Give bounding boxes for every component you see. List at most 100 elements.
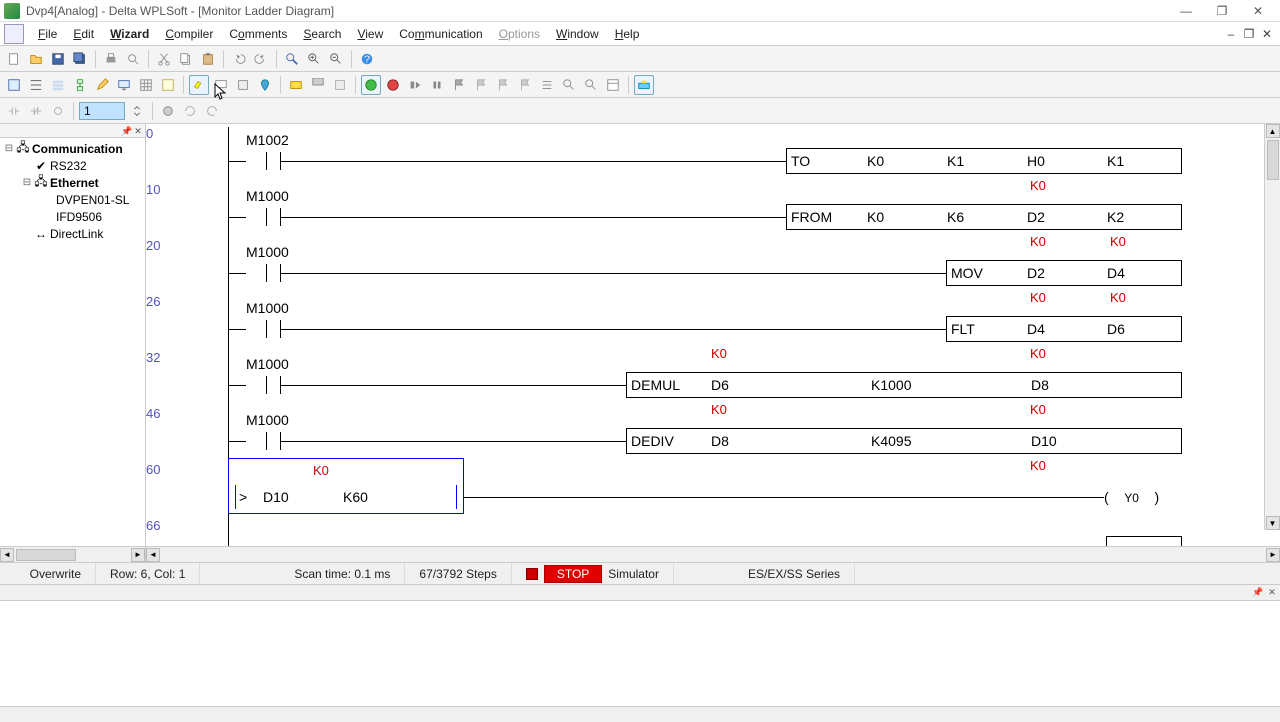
instruction-box[interactable]: FROM K0 K6 D2 K2 — [786, 204, 1182, 230]
menu-help[interactable]: Help — [607, 25, 648, 43]
instruction-box[interactable]: DEDIV D8 K4095 D10 — [626, 428, 1182, 454]
output-close-icon[interactable]: ✕ — [1266, 587, 1278, 599]
symbol-button[interactable] — [158, 75, 178, 95]
output-coil[interactable]: ( Y0 ) — [1104, 489, 1159, 505]
zoomout-button[interactable] — [326, 49, 346, 69]
no-contact-button[interactable] — [4, 101, 24, 121]
sidebar-hscroll[interactable]: ◄ ► — [0, 546, 145, 562]
compile-button[interactable] — [4, 75, 24, 95]
menu-view[interactable]: View — [349, 25, 391, 43]
flag1-button[interactable] — [449, 75, 469, 95]
menu-options[interactable]: Options — [491, 25, 548, 43]
refresh-button[interactable] — [180, 101, 200, 121]
vscroll[interactable]: ▲ ▼ — [1264, 124, 1280, 530]
scroll-left-icon[interactable]: ◄ — [0, 548, 14, 562]
edit-button[interactable] — [92, 75, 112, 95]
list-button[interactable] — [537, 75, 557, 95]
scroll-right-icon[interactable]: ► — [131, 548, 145, 562]
mdi-restore[interactable]: ❐ — [1240, 27, 1258, 41]
sidebar-close-icon[interactable]: ✕ — [133, 126, 143, 136]
menu-wizard[interactable]: Wizard — [102, 25, 157, 43]
save-button[interactable] — [48, 49, 68, 69]
scroll-right-icon[interactable]: ► — [1266, 548, 1280, 562]
find-button[interactable] — [282, 49, 302, 69]
step-button[interactable] — [405, 75, 425, 95]
monitor-button[interactable] — [114, 75, 134, 95]
grid-button[interactable] — [136, 75, 156, 95]
vscroll-thumb[interactable] — [1267, 140, 1279, 180]
instruction-box[interactable]: MOV D2 D4 — [946, 260, 1182, 286]
menu-compiler[interactable]: Compiler — [157, 25, 221, 43]
output-pin-icon[interactable]: 📌 — [1252, 587, 1264, 599]
ladder-hscroll[interactable]: ◄ ► — [146, 546, 1280, 562]
saveall-button[interactable] — [70, 49, 90, 69]
flag4-button[interactable] — [515, 75, 535, 95]
new-button[interactable] — [4, 49, 24, 69]
ladder-button[interactable] — [26, 75, 46, 95]
comment-button[interactable] — [211, 75, 231, 95]
paste-button[interactable] — [198, 49, 218, 69]
find3-button[interactable] — [581, 75, 601, 95]
simulator-button[interactable] — [286, 75, 306, 95]
run-button[interactable] — [361, 75, 381, 95]
preview-button[interactable] — [123, 49, 143, 69]
sfc-button[interactable] — [70, 75, 90, 95]
scroll-thumb[interactable] — [16, 549, 76, 561]
instruction-box[interactable]: FLT D4 D6 — [946, 316, 1182, 342]
menu-window[interactable]: Window — [548, 25, 607, 43]
cut-button[interactable] — [154, 49, 174, 69]
menu-search[interactable]: Search — [295, 25, 349, 43]
menu-file[interactable]: File — [30, 25, 65, 43]
location-button[interactable] — [255, 75, 275, 95]
ladder-diagram[interactable]: 0 10 20 26 32 46 60 66 M1002 TO K0 K1 H0… — [146, 124, 1280, 546]
scroll-up-icon[interactable]: ▲ — [1266, 124, 1280, 138]
tree-rs232[interactable]: ✔ RS232 — [2, 157, 143, 174]
instruction-box[interactable]: DEMUL D6 K1000 D8 — [626, 372, 1182, 398]
compare-box[interactable]: K0 > D10 K60 — [228, 458, 464, 514]
device-button[interactable] — [233, 75, 253, 95]
spin-ctrl[interactable] — [127, 101, 147, 121]
table-button[interactable] — [603, 75, 623, 95]
tree-dvpen[interactable]: DVPEN01-SL — [2, 191, 143, 208]
coil-button[interactable] — [48, 101, 68, 121]
stop-badge[interactable]: STOP — [544, 565, 602, 583]
sidebar-pin-icon[interactable]: 📌 — [121, 126, 131, 136]
menu-communication[interactable]: Communication — [391, 25, 490, 43]
redo2-button[interactable] — [202, 101, 222, 121]
online-button[interactable] — [634, 75, 654, 95]
find2-button[interactable] — [559, 75, 579, 95]
mdi-minimize[interactable]: – — [1222, 27, 1240, 41]
print-button[interactable] — [101, 49, 121, 69]
tree-ifd[interactable]: IFD9506 — [2, 208, 143, 225]
transfer-button[interactable] — [308, 75, 328, 95]
tree-directlink[interactable]: ↔ DirectLink — [2, 225, 143, 242]
help-button[interactable]: ? — [357, 49, 377, 69]
system-menu-icon[interactable] — [4, 24, 24, 44]
tree-ethernet[interactable]: ⊟ 🖧 Ethernet — [2, 174, 143, 191]
stop-button[interactable] — [383, 75, 403, 95]
maximize-button[interactable]: ❐ — [1204, 2, 1240, 20]
step-input[interactable]: 1 — [79, 102, 125, 120]
undo-button[interactable] — [229, 49, 249, 69]
instruction-button[interactable] — [48, 75, 68, 95]
open-button[interactable] — [26, 49, 46, 69]
zoomin-button[interactable] — [304, 49, 324, 69]
mdi-close[interactable]: ✕ — [1258, 27, 1276, 41]
instruction-box[interactable]: TO K0 K1 H0 K1 — [786, 148, 1182, 174]
close-button[interactable]: ✕ — [1240, 2, 1276, 20]
highlight-button[interactable] — [189, 75, 209, 95]
scroll-down-icon[interactable]: ▼ — [1266, 516, 1280, 530]
flag3-button[interactable] — [493, 75, 513, 95]
menu-comments[interactable]: Comments — [221, 25, 295, 43]
flag2-button[interactable] — [471, 75, 491, 95]
pause-button[interactable] — [427, 75, 447, 95]
menu-edit[interactable]: Edit — [65, 25, 102, 43]
minimize-button[interactable]: — — [1168, 2, 1204, 20]
upload-button[interactable] — [330, 75, 350, 95]
tree-root[interactable]: ⊟ 🖧 Communication — [2, 140, 143, 157]
stop2-button[interactable] — [158, 101, 178, 121]
copy-button[interactable] — [176, 49, 196, 69]
nc-contact-button[interactable] — [26, 101, 46, 121]
redo-button[interactable] — [251, 49, 271, 69]
scroll-left-icon[interactable]: ◄ — [146, 548, 160, 562]
